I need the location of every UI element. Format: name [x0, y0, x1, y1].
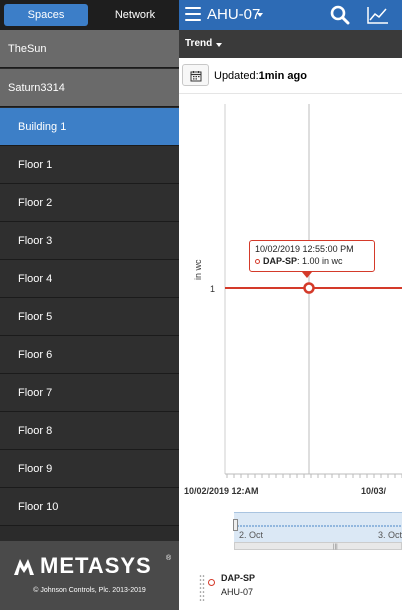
search-icon[interactable] — [329, 5, 351, 25]
tree-item-floor-4[interactable]: Floor 4 — [0, 260, 179, 298]
tree-item-floor-3[interactable]: Floor 3 — [0, 222, 179, 260]
legend-series-name[interactable]: DAP-SP — [221, 573, 255, 583]
brand-trademark: ® — [166, 555, 172, 562]
tooltip-series-dot-icon — [255, 259, 260, 264]
y-axis-label: in wc — [193, 259, 203, 280]
scrollbar-grip-icon[interactable]: ||| — [333, 544, 338, 550]
calendar-icon — [190, 71, 202, 82]
space-network-toggle: Spaces Network — [0, 0, 179, 30]
brand-footer: METASYS ® © Johnson Controls, Plc. 2013-… — [0, 541, 179, 610]
header-bar: AHU-07 — [179, 0, 402, 30]
tree-item-floor-1[interactable]: Floor 1 — [0, 146, 179, 184]
tree-item-floor-7[interactable]: Floor 7 — [0, 374, 179, 412]
last-updated-text: Updated:1min ago — [214, 70, 307, 82]
navigator-left-handle[interactable] — [233, 519, 238, 531]
date-range-button[interactable] — [182, 64, 209, 86]
navigator-scrollbar[interactable]: ||| — [234, 542, 402, 550]
x-axis-tick-label: 10/02/2019 12:AM — [184, 486, 259, 496]
legend-series-marker-icon — [208, 579, 215, 586]
trend-chart[interactable]: in wc 1 10/02/2019 12:55:00 PM DAP-SP: 1… — [179, 94, 402, 610]
page-title[interactable]: AHU-07 — [207, 6, 260, 23]
spaces-tab[interactable]: Spaces — [4, 4, 88, 26]
tree-item-building-1[interactable]: Building 1 — [0, 108, 179, 146]
tooltip-pointer — [302, 272, 312, 278]
y-axis-tick-label: 1 — [210, 284, 216, 294]
tree-item-saturn3314[interactable]: Saturn3314 — [0, 69, 179, 107]
tree-item-floor-5[interactable]: Floor 5 — [0, 298, 179, 336]
network-tab[interactable]: Network — [92, 4, 178, 26]
tree-item-floor-8[interactable]: Floor 8 — [0, 412, 179, 450]
tooltip-series-name: DAP-SP — [263, 256, 298, 266]
tooltip-timestamp: 10/02/2019 12:55:00 PM — [255, 244, 354, 254]
tree-item-thesun[interactable]: TheSun — [0, 30, 179, 68]
navigator-label: 3. Oct — [378, 530, 402, 540]
tree-item-floor-10[interactable]: Floor 10 — [0, 488, 179, 526]
update-status-bar: Updated:1min ago — [179, 58, 402, 94]
view-selector-bar: Trend — [179, 30, 402, 58]
tree-item-floor-2[interactable]: Floor 2 — [0, 184, 179, 222]
brand-name: METASYS — [40, 553, 152, 578]
hover-point-marker — [303, 282, 315, 294]
x-axis-tick-label: 10/03/ — [361, 486, 387, 496]
hamburger-menu-icon[interactable] — [185, 7, 201, 23]
tree-item-floor-6[interactable]: Floor 6 — [0, 336, 179, 374]
left-panel: Spaces Network TheSun Saturn3314 Buildin… — [0, 0, 179, 610]
data-tooltip: 10/02/2019 12:55:00 PM DAP-SP: 1.00 in w… — [249, 240, 375, 278]
trend-chart-icon[interactable] — [367, 6, 389, 24]
x-axis-minor-ticks — [226, 474, 402, 478]
view-dropdown-caret-icon[interactable] — [216, 43, 222, 47]
drag-handle-icon[interactable] — [199, 574, 205, 602]
chart-navigator[interactable]: 2. Oct 3. Oct ||| — [233, 512, 402, 552]
view-dropdown[interactable]: Trend — [185, 38, 212, 49]
legend-series-source: AHU-07 — [221, 587, 254, 597]
tooltip-value: 1.00 in wc — [302, 256, 343, 266]
title-dropdown-icon[interactable] — [257, 13, 263, 17]
navigator-label: 2. Oct — [239, 530, 264, 540]
copyright-text: © Johnson Controls, Plc. 2013-2019 — [33, 587, 146, 594]
tree-item-floor-9[interactable]: Floor 9 — [0, 450, 179, 488]
metasys-logo-icon — [14, 559, 34, 575]
